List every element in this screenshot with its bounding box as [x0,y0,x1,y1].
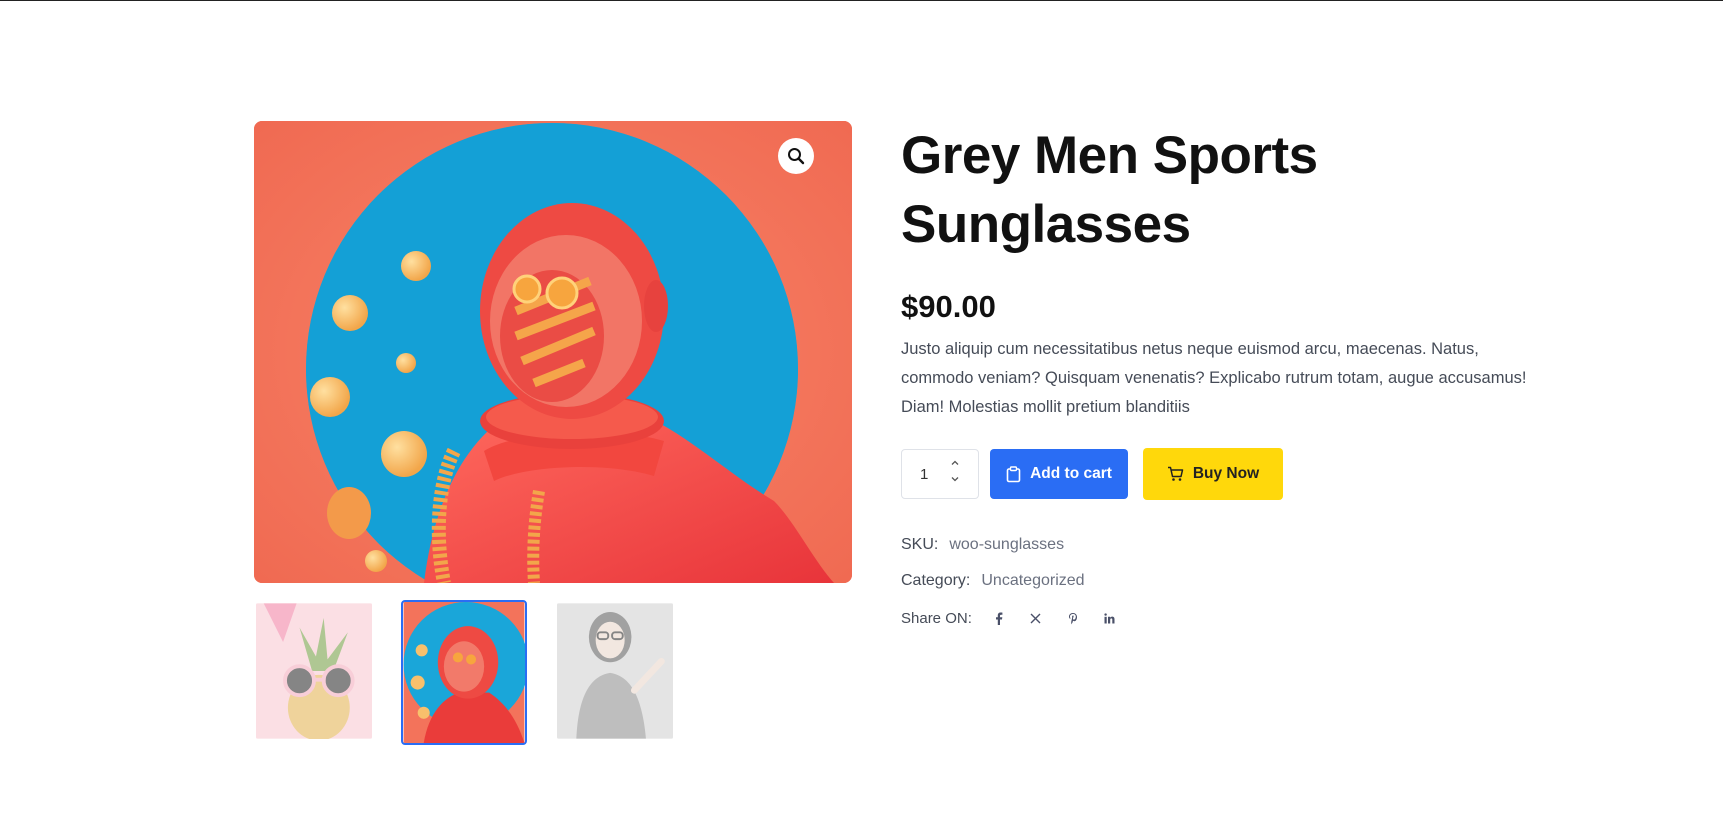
zoom-button[interactable] [778,138,814,174]
buy-now-label: Buy Now [1192,465,1260,482]
quantity-value[interactable]: 1 [920,466,928,483]
share-label: Share ON: [901,609,972,627]
thumbnail-strip [254,600,703,745]
product-summary: Grey Men Sports Sunglasses $90.00 Justo … [901,121,1541,627]
x-icon[interactable] [1027,609,1045,627]
category-label: Category: [901,572,971,589]
astronaut-thumb [403,602,525,743]
thumbnail-woman[interactable] [555,601,675,741]
share-row: Share ON: [901,609,1541,627]
cart-icon [1167,466,1184,481]
product-main-image[interactable] [254,121,852,583]
add-to-cart-label: Add to cart [1030,465,1112,482]
add-to-cart-button[interactable]: Add to cart [990,449,1128,499]
woman-glasses-thumb [557,603,673,739]
thumbnail-pineapple[interactable] [254,601,374,741]
product-price: $90.00 [901,289,996,324]
chevron-down-icon[interactable] [950,474,960,484]
quantity-stepper[interactable]: 1 [901,449,979,499]
magnifier-icon [788,148,805,165]
clipboard-icon [1006,465,1021,482]
share-icons [990,609,1119,627]
add-to-cart-form: 1 Add to cart Buy Now [901,448,1541,500]
product-gallery [254,121,852,745]
pinterest-icon[interactable] [1064,609,1082,627]
quantity-arrows [950,458,960,484]
product-description: Justo aliquip cum necessitatibus netus n… [901,340,1527,416]
thumbnail-astronaut[interactable] [401,600,527,745]
sku-label: SKU: [901,536,939,553]
astronaut-image [254,121,852,583]
sku-value: woo-sunglasses [949,536,1065,553]
product-category: Category: Uncategorized [901,572,1541,590]
category-link[interactable]: Uncategorized [981,572,1084,589]
facebook-icon[interactable] [990,609,1008,627]
chevron-up-icon[interactable] [950,458,960,468]
product-title-line1: Grey Men Sports [901,126,1318,185]
product-sku: SKU: woo-sunglasses [901,536,1541,554]
pineapple-sunglasses-thumb [256,603,372,739]
buy-now-button[interactable]: Buy Now [1143,448,1283,500]
product-title-line2: Sunglasses [901,195,1191,254]
linkedin-icon[interactable] [1101,609,1119,627]
product-title: Grey Men Sports Sunglasses [901,121,1541,259]
